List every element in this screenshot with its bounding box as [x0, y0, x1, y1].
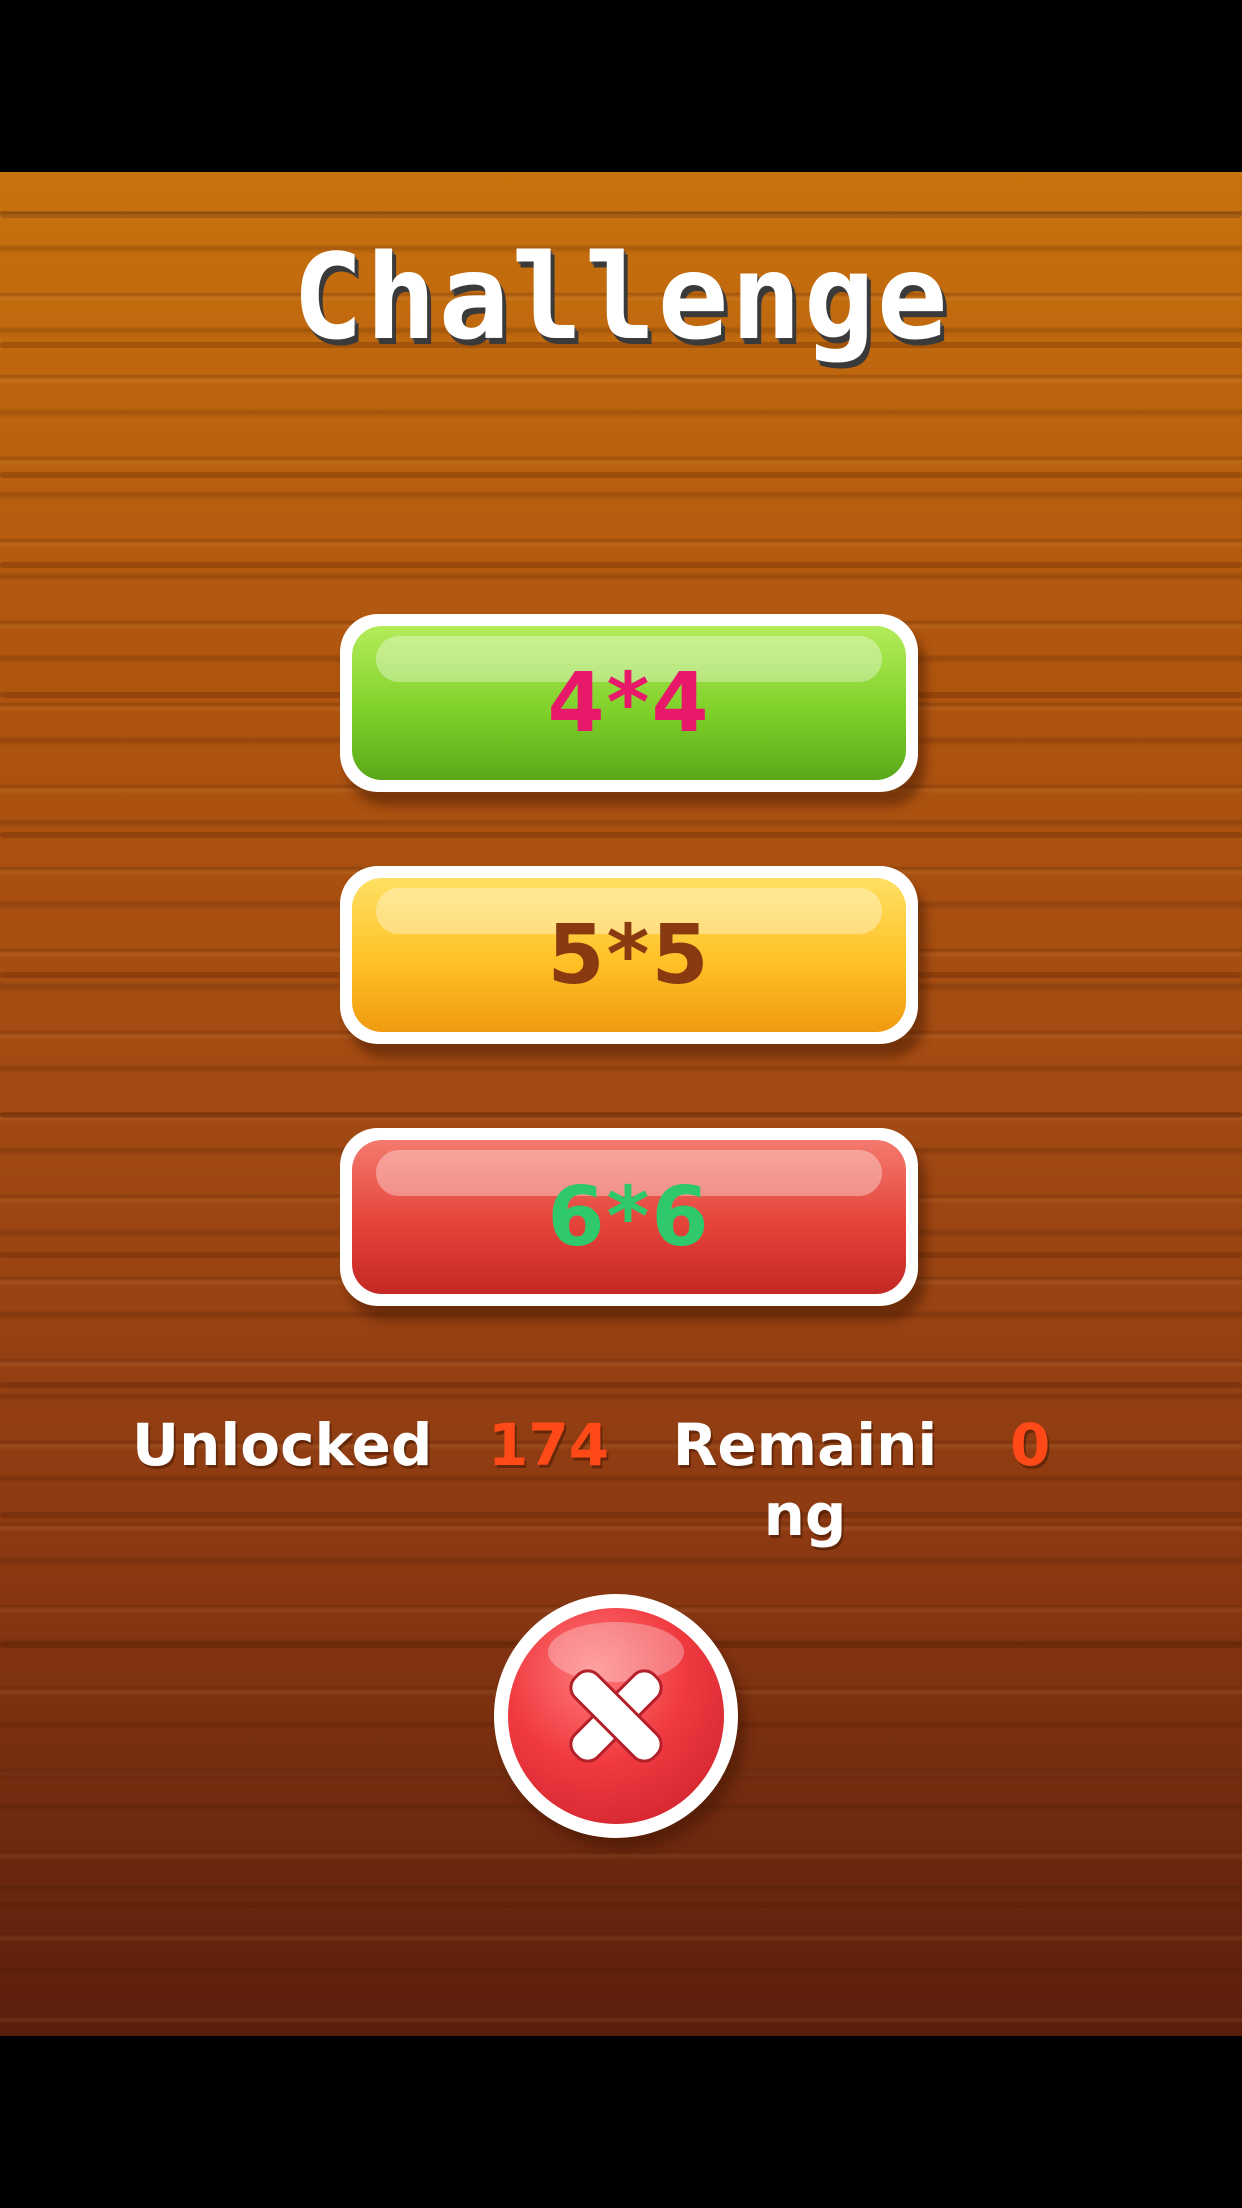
mode-5x5-button[interactable]: 5*5 [340, 866, 918, 1044]
game-screen: Challenge 4*4 5*5 6*6 Unlocked 174 Remai… [0, 0, 1242, 2208]
close-button[interactable] [494, 1594, 738, 1838]
page-title: Challenge [292, 228, 950, 366]
mode-label: 4*4 [547, 655, 711, 751]
remaining-count: 0 [1010, 1411, 1051, 1479]
close-icon [569, 1669, 663, 1763]
remaining-label: Remaining [672, 1411, 938, 1549]
mode-label: 6*6 [547, 1169, 711, 1265]
mode-4x4-button[interactable]: 4*4 [340, 614, 918, 792]
mode-label: 5*5 [547, 907, 711, 1003]
mode-6x6-button[interactable]: 6*6 [340, 1128, 918, 1306]
unlocked-label: Unlocked [132, 1411, 433, 1479]
unlocked-count: 174 [488, 1411, 610, 1479]
